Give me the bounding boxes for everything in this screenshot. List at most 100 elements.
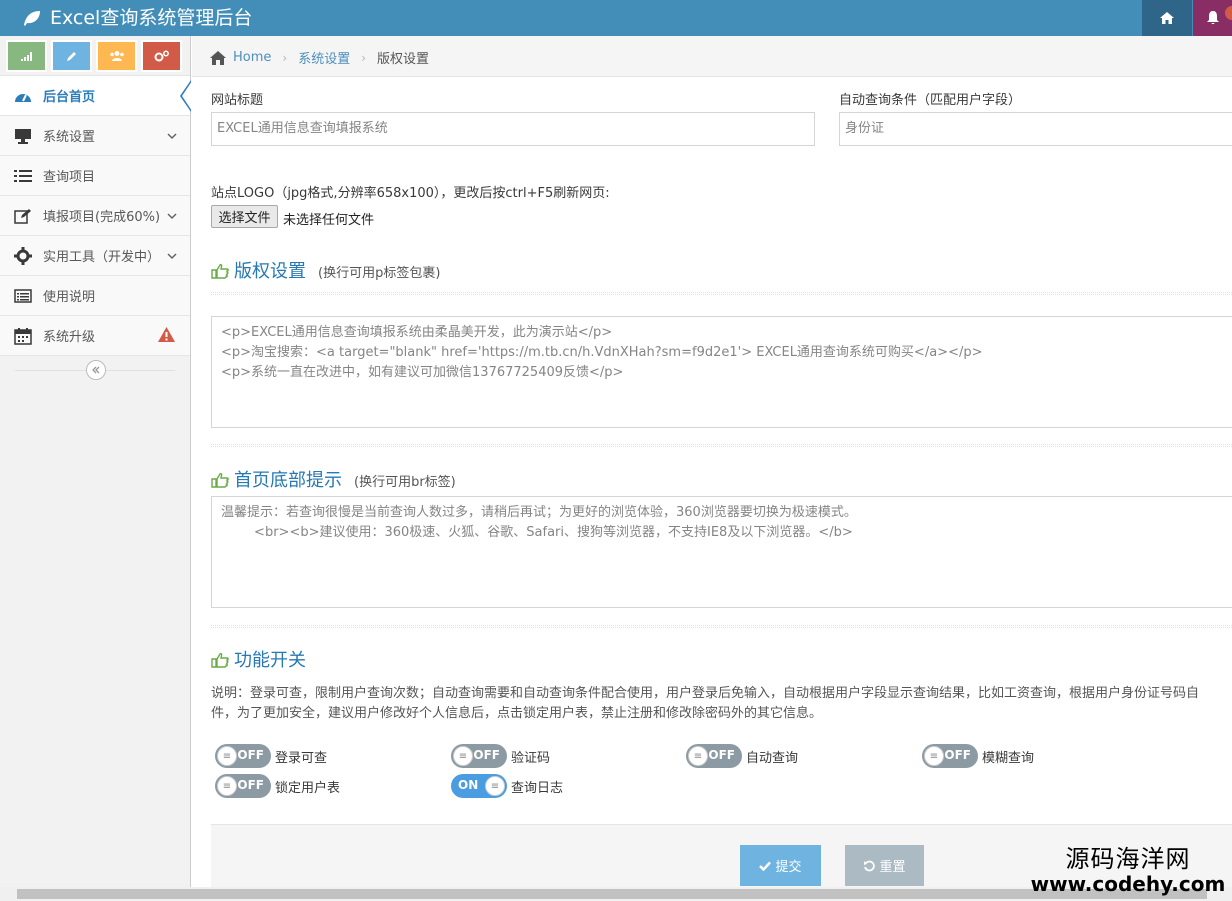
switch-knob: ≡ bbox=[924, 746, 944, 766]
app-title: Excel查询系统管理后台 bbox=[50, 7, 253, 29]
divider bbox=[211, 444, 1232, 447]
choose-file-button[interactable]: 选择文件 bbox=[211, 205, 278, 228]
toggle-captcha[interactable]: ≡ OFF 验证码 bbox=[451, 744, 550, 768]
file-status: 未选择任何文件 bbox=[283, 213, 375, 228]
sidebar-item-fill-projects[interactable]: 填报项目(完成60%) bbox=[0, 196, 190, 236]
notification-badge bbox=[1225, 6, 1232, 20]
breadcrumb-settings-link[interactable]: 系统设置 bbox=[298, 48, 350, 67]
sidebar-item-label: 查询项目 bbox=[43, 170, 96, 185]
breadcrumb-home-link[interactable]: Home bbox=[233, 50, 271, 65]
toggle-fuzzy-query[interactable]: ≡ OFF 模糊查询 bbox=[922, 744, 1034, 768]
bell-icon bbox=[1206, 11, 1219, 25]
shortcut-cogs-button[interactable] bbox=[141, 40, 182, 72]
sidebar-item-label: 后台首页 bbox=[43, 90, 96, 105]
chevron-down-icon bbox=[167, 133, 177, 140]
sidebar-item-tools[interactable]: 实用工具（开发中） bbox=[0, 236, 190, 276]
signal-icon bbox=[20, 52, 32, 61]
site-title-input[interactable]: EXCEL通用信息查询填报系统 bbox=[211, 112, 815, 146]
footer-tip-hint: (换行可用br标签) bbox=[354, 475, 456, 490]
breadcrumb: Home › 系统设置 › 版权设置 bbox=[209, 48, 429, 67]
logo-label: 站点LOGO（jpg格式,分辨率658x100），更改后按ctrl+F5刷新网页… bbox=[211, 186, 610, 201]
switch-state: OFF bbox=[473, 748, 500, 762]
footer-tip-textarea[interactable]: 温馨提示：若查询很慢是当前查询人数过多，请稍后再试；为更好的浏览体验，360浏览… bbox=[211, 496, 1232, 608]
sidebar-shortcuts bbox=[0, 36, 190, 76]
sidebar: 后台首页 系统设置 查询项目 填报项目(完成60%) 实用工具（开发中） 使用说… bbox=[0, 36, 192, 887]
features-description-line: 件，为了更加安全，建议用户修改好个人信息后，点击锁定用户表，禁止注册和修改除密码… bbox=[211, 706, 823, 721]
shortcut-pencil-button[interactable] bbox=[51, 40, 92, 72]
toggle-lock-user-table[interactable]: ≡ OFF 锁定用户表 bbox=[215, 774, 340, 798]
switch-knob: ≡ bbox=[453, 746, 473, 766]
watermark-line2: www.codehy.com bbox=[1030, 872, 1226, 896]
leaf-icon bbox=[24, 11, 40, 26]
shortcut-users-button[interactable] bbox=[96, 40, 137, 72]
check-icon bbox=[759, 861, 772, 871]
switch-label: 验证码 bbox=[511, 750, 551, 766]
breadcrumb-bar: Home › 系统设置 › 版权设置 bbox=[192, 36, 1232, 77]
switch-track[interactable]: ≡ OFF bbox=[686, 744, 742, 768]
switch-track[interactable]: ON ≡ bbox=[451, 774, 507, 798]
shortcut-signal-button[interactable] bbox=[6, 40, 47, 72]
warning-icon bbox=[158, 327, 175, 342]
main-content: 网站标题 EXCEL通用信息查询填报系统 自动查询条件（匹配用户字段） 身份证 … bbox=[192, 78, 1232, 887]
footer-tip-section-title: 首页底部提示 (换行可用br标签) bbox=[211, 466, 456, 492]
top-navbar: Excel查询系统管理后台 bbox=[0, 0, 1232, 36]
switch-state: OFF bbox=[237, 778, 264, 792]
auto-query-input[interactable]: 身份证 bbox=[839, 112, 1232, 146]
toggle-auto-query[interactable]: ≡ OFF 自动查询 bbox=[686, 744, 798, 768]
site-title-label: 网站标题 bbox=[211, 93, 264, 108]
switch-state: OFF bbox=[944, 748, 971, 762]
reset-button[interactable]: 重置 bbox=[845, 845, 924, 886]
edit-icon bbox=[14, 208, 32, 224]
submit-button[interactable]: 提交 bbox=[740, 845, 821, 886]
hand-right-icon bbox=[211, 652, 229, 668]
switch-label: 自动查询 bbox=[746, 750, 799, 766]
switch-track[interactable]: ≡ OFF bbox=[922, 744, 978, 768]
dashboard-icon bbox=[14, 88, 32, 104]
home-icon bbox=[1160, 12, 1174, 24]
sidebar-item-upgrade[interactable]: 系统升级 bbox=[0, 316, 190, 356]
switch-label: 模糊查询 bbox=[982, 750, 1035, 766]
features-description: 说明：登录可查，限制用户查询次数；自动查询需要和自动查询条件配合使用，用户登录后… bbox=[211, 684, 1232, 724]
switch-track[interactable]: ≡ OFF bbox=[451, 744, 507, 768]
reset-label: 重置 bbox=[879, 860, 906, 875]
users-icon bbox=[109, 51, 124, 61]
cogs-icon bbox=[154, 50, 169, 62]
desktop-icon bbox=[14, 128, 32, 144]
sidebar-item-label: 实用工具（开发中） bbox=[43, 250, 161, 265]
sidebar-item-system-settings[interactable]: 系统设置 bbox=[0, 116, 190, 156]
divider bbox=[211, 292, 1232, 295]
copyright-textarea[interactable]: <p>EXCEL通用信息查询填报系统由柔晶美开发，此为演示站</p> <p>淘宝… bbox=[211, 316, 1232, 428]
divider bbox=[211, 625, 1232, 628]
switch-state: ON bbox=[458, 778, 479, 792]
sidebar-item-manual[interactable]: 使用说明 bbox=[0, 276, 190, 316]
sidebar-item-query-projects[interactable]: 查询项目 bbox=[0, 156, 190, 196]
undo-icon bbox=[864, 860, 876, 871]
gear-icon bbox=[14, 247, 32, 265]
hand-right-icon bbox=[211, 263, 229, 279]
home-icon bbox=[210, 50, 226, 65]
switch-label: 查询日志 bbox=[511, 780, 564, 796]
switch-knob: ≡ bbox=[485, 776, 505, 796]
double-chevron-left-icon bbox=[92, 366, 100, 374]
breadcrumb-current: 版权设置 bbox=[377, 52, 430, 67]
list-icon bbox=[14, 168, 32, 184]
features-title: 功能开关 bbox=[234, 650, 306, 671]
home-nav-button[interactable] bbox=[1142, 0, 1192, 36]
breadcrumb-separator: › bbox=[282, 50, 288, 65]
switch-track[interactable]: ≡ OFF bbox=[215, 774, 271, 798]
toggle-login-query[interactable]: ≡ OFF 登录可查 bbox=[215, 744, 327, 768]
sidebar-item-dashboard[interactable]: 后台首页 bbox=[0, 76, 192, 116]
watermark-line1: 源码海洋网 bbox=[1065, 845, 1191, 873]
sidebar-collapse-button[interactable] bbox=[86, 360, 106, 380]
sidebar-item-label: 使用说明 bbox=[43, 290, 96, 305]
switch-track[interactable]: ≡ OFF bbox=[215, 744, 271, 768]
breadcrumb-separator: › bbox=[361, 50, 367, 65]
switch-label: 锁定用户表 bbox=[275, 780, 341, 796]
toggle-query-log[interactable]: ON ≡ 查询日志 bbox=[451, 774, 563, 798]
copyright-section-title: 版权设置 (换行可用p标签包裹) bbox=[211, 257, 440, 283]
copyright-hint: (换行可用p标签包裹) bbox=[318, 266, 441, 281]
pencil-icon bbox=[66, 52, 76, 61]
footer-tip-title: 首页底部提示 bbox=[234, 470, 342, 491]
hand-right-icon bbox=[211, 472, 229, 488]
brand[interactable]: Excel查询系统管理后台 bbox=[22, 0, 252, 36]
